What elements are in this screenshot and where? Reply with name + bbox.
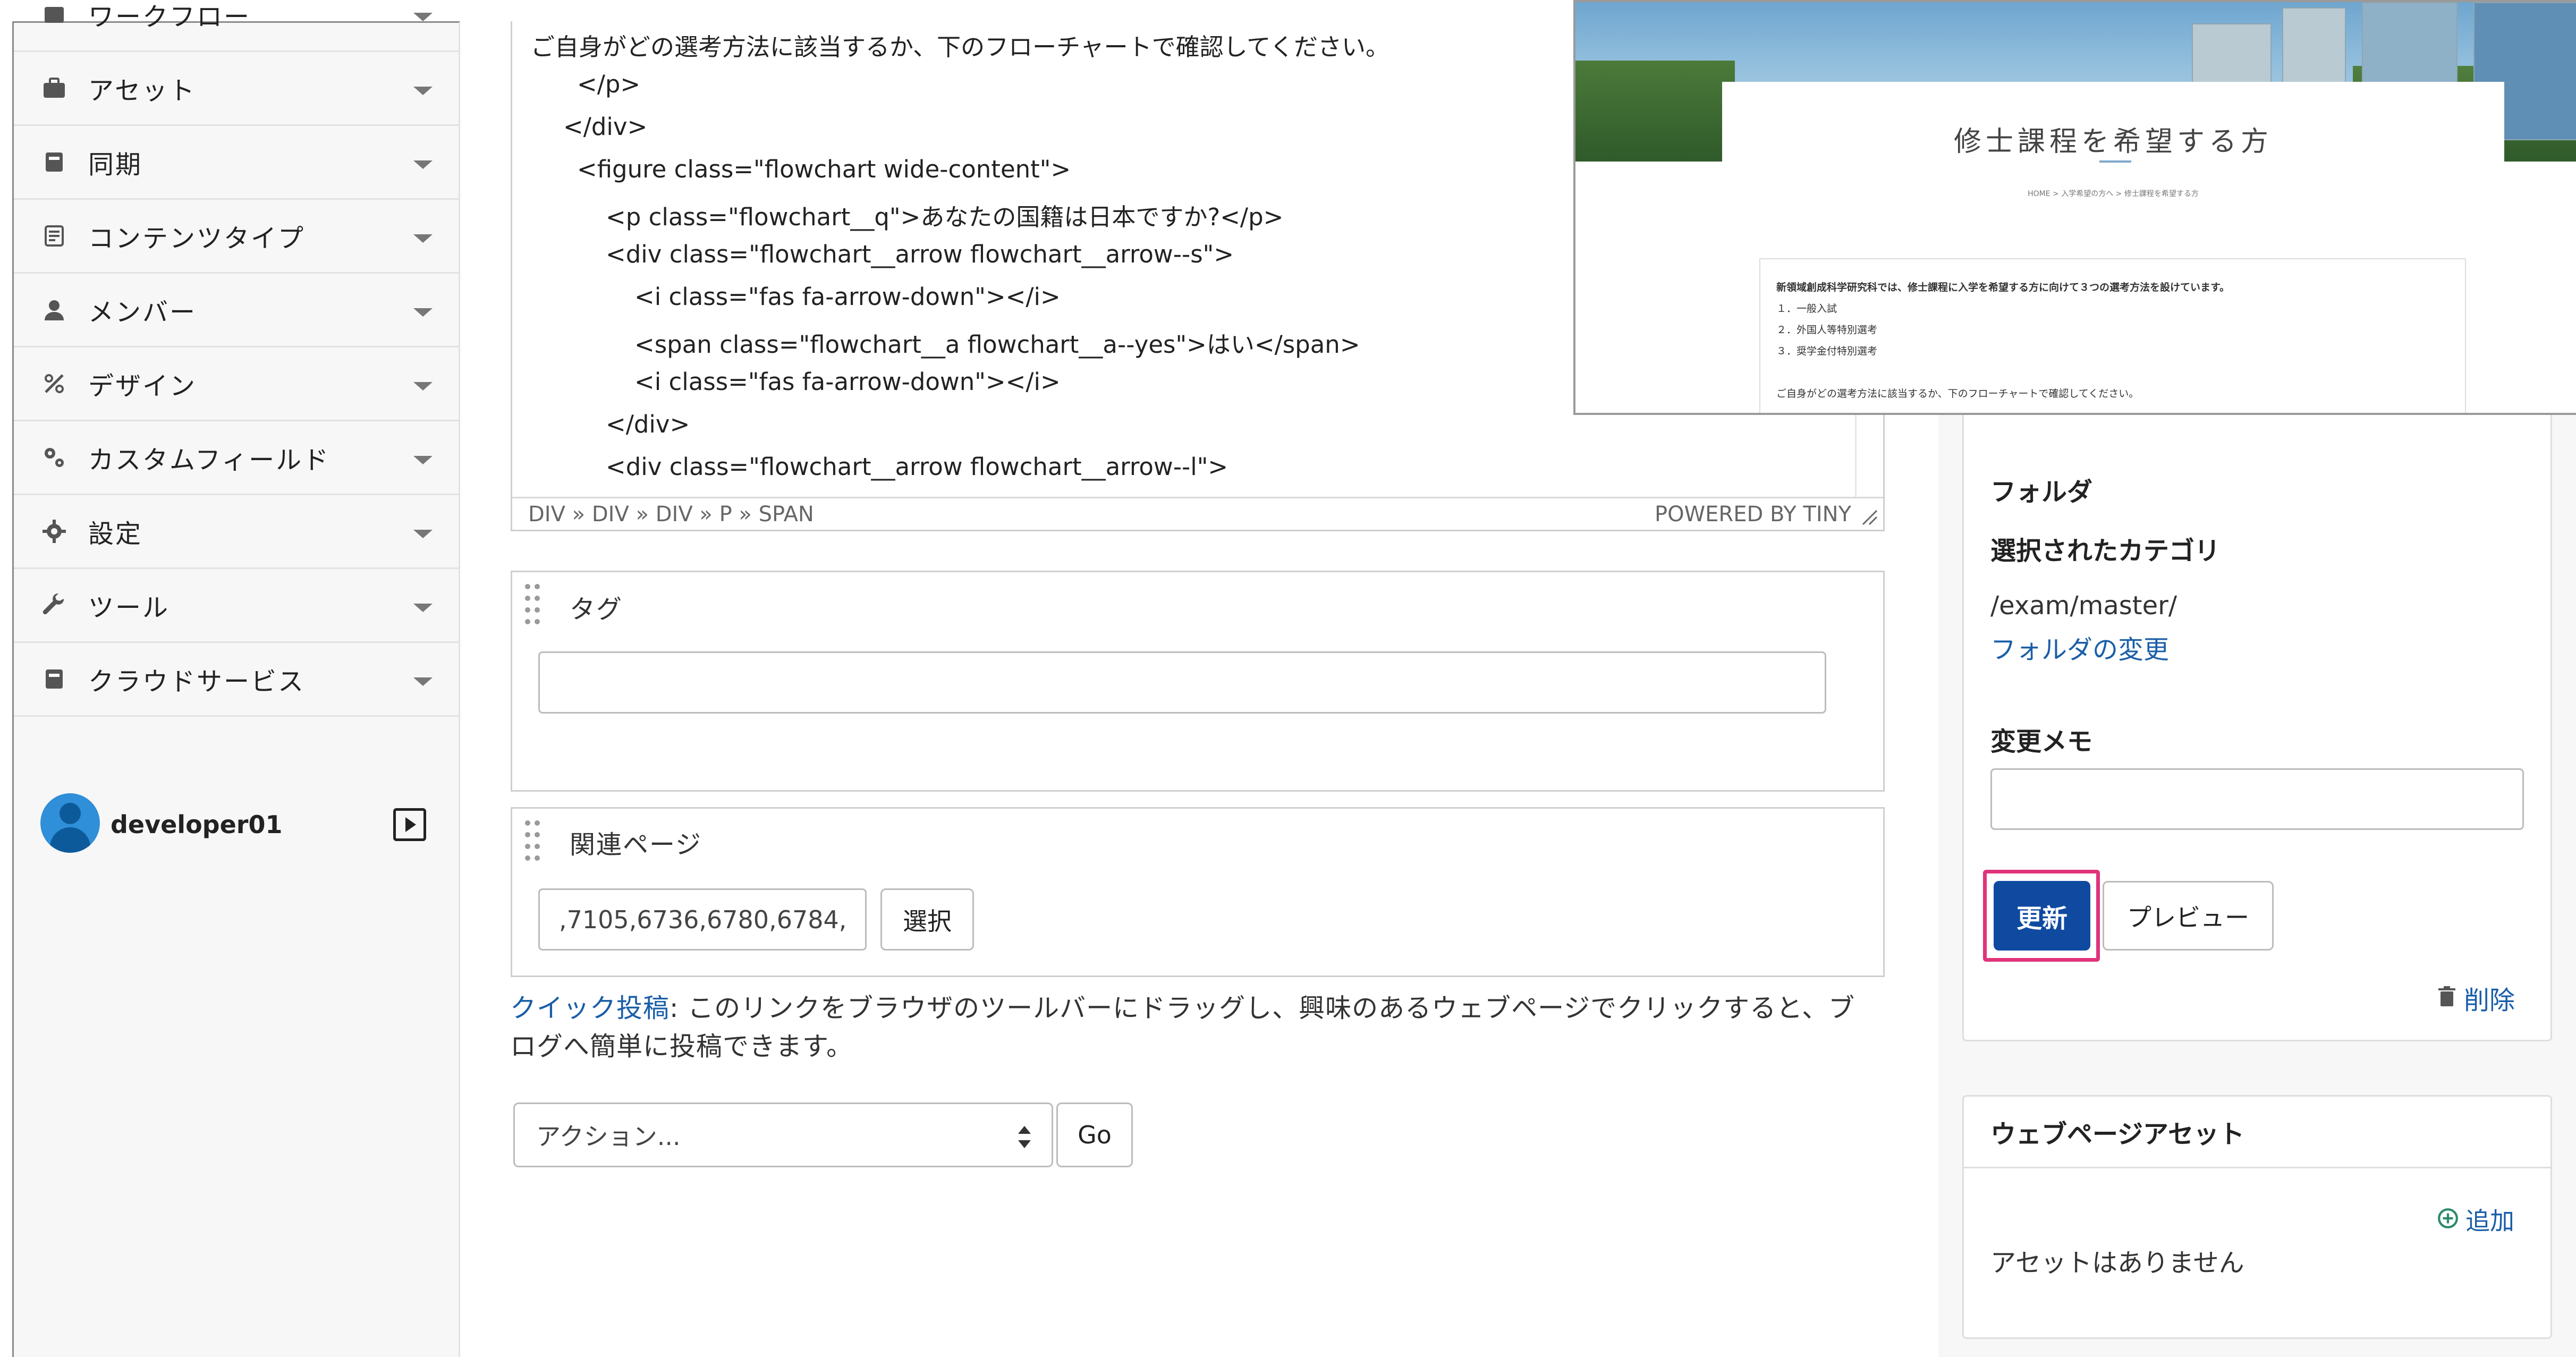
code-line: </div> (563, 113, 648, 141)
sidebar-item-sync[interactable]: 同期 (14, 126, 460, 200)
username: developer01 (111, 810, 283, 839)
code-line: <span class="flowchart__a flowchart__a--… (634, 330, 1360, 359)
preview-title: 修士課程を希望する方 (1953, 126, 2273, 158)
sidebar-item-label: 設定 (88, 519, 143, 549)
tags-box: タグ (511, 571, 1885, 792)
code-line: <i class="fas fa-arrow-down"></i> (634, 368, 1061, 396)
preview-button[interactable]: プレビュー (2103, 881, 2274, 951)
code-line: </p> (577, 70, 641, 98)
sidebar-item-members[interactable]: メンバー (14, 274, 460, 347)
chevron-down-icon (413, 234, 433, 243)
add-asset-link[interactable]: 追加 (2437, 1202, 2514, 1237)
sidebar-item-assets[interactable]: アセット (14, 52, 460, 126)
custom-fields-icon (41, 445, 67, 470)
quick-post-text: クイック投稿: このリンクをブラウザのツールバーにドラッグし、興味のあるウェブペ… (510, 989, 1881, 1066)
chevron-down-icon (413, 308, 433, 317)
update-button[interactable]: 更新 (1994, 881, 2090, 951)
sidebar-item-label: デザイン (88, 371, 197, 401)
sidebar-item-cloud-services[interactable]: クラウドサービス (14, 643, 460, 717)
quick-post-description: : このリンクをブラウザのツールバーにドラッグし、興味のあるウェブページでクリッ… (510, 993, 1855, 1062)
sync-icon (41, 149, 67, 175)
no-assets-text: アセットはありません (1990, 1248, 2244, 1278)
action-select[interactable]: アクション... (513, 1102, 1053, 1167)
preview-content: 修士課程を希望する方 HOME > 入学希望の方へ > 修士課程を希望する方 新… (1722, 82, 2504, 413)
related-pages-input[interactable]: ,7105,6736,6780,6784, (538, 888, 867, 951)
sidebar-item-workflow[interactable]: ワークフロー (14, 0, 460, 52)
sidebar-item-label: クラウドサービス (88, 667, 306, 697)
cloud-service-icon (41, 666, 67, 692)
chevron-down-icon (413, 456, 433, 464)
user-icon (41, 297, 67, 323)
play-icon[interactable] (393, 808, 426, 841)
chevron-down-icon (413, 382, 433, 391)
sidebar-item-label: ワークフロー (88, 2, 251, 32)
sidebar-item-label: アセット (88, 76, 197, 106)
powered-by: POWERED BY TINY (1655, 502, 1851, 527)
delete-link[interactable]: 削除 (2437, 979, 2515, 1016)
sidebar-item-label: 同期 (88, 150, 143, 180)
code-line: <div class="flowchart__arrow flowchart__… (606, 240, 1234, 268)
tags-input[interactable] (538, 651, 1826, 714)
design-icon (41, 371, 67, 396)
go-button[interactable]: Go (1056, 1102, 1133, 1167)
sidebar-item-content-types[interactable]: コンテンツタイプ (14, 200, 460, 274)
resize-handle-icon[interactable] (1861, 508, 1879, 527)
gear-icon (41, 519, 67, 544)
tags-title: タグ (570, 595, 623, 624)
sidebar-item-settings[interactable]: 設定 (14, 495, 460, 569)
sidebar-item-label: ツール (88, 593, 170, 623)
change-memo-label: 変更メモ (1990, 727, 2093, 757)
chevron-down-icon (413, 160, 433, 169)
chevron-down-icon (413, 604, 433, 612)
code-line: <p class="flowchart__q">あなたの国籍は日本ですか?</p… (606, 203, 1284, 231)
drag-handle-icon[interactable] (525, 584, 543, 626)
sidebar-item-design[interactable]: デザイン (14, 347, 460, 421)
change-memo-input[interactable] (1990, 768, 2524, 830)
category-label: 選択されたカテゴリ (1990, 536, 2221, 566)
code-line: <div class="flowchart__arrow flowchart__… (606, 453, 1228, 481)
folder-label: フォルダ (1990, 477, 2093, 507)
plus-circle-icon (2437, 1207, 2459, 1232)
chevron-down-icon (413, 87, 433, 95)
user-menu[interactable]: developer01 (14, 777, 460, 884)
action-select-value: アクション... (536, 1122, 681, 1151)
select-button[interactable]: 選択 (880, 888, 974, 951)
chevron-down-icon (413, 677, 433, 686)
sidebar-item-label: コンテンツタイプ (88, 224, 306, 253)
content-type-icon (41, 223, 67, 249)
sidebar-item-label: カスタムフィールド (88, 445, 331, 475)
editor-statusbar: DIV » DIV » DIV » P » SPAN POWERED BY TI… (512, 497, 1883, 530)
briefcase-icon (41, 75, 67, 101)
workflow-icon (41, 2, 67, 27)
chevron-down-icon (413, 530, 433, 538)
select-arrows-icon (1016, 1124, 1032, 1150)
wrench-icon (41, 592, 67, 618)
quick-post-link[interactable]: クイック投稿 (510, 993, 670, 1023)
sidebar-item-label: メンバー (88, 298, 197, 327)
preview-breadcrumb: HOME > 入学希望の方へ > 修士課程を希望する方 (2028, 190, 2199, 198)
code-line: ご自身がどの選考方法に該当するか、下のフローチャートで確認してください。 (531, 33, 1389, 61)
assets-title: ウェブページアセット (1990, 1119, 2245, 1149)
sidebar: ワークフロー アセット 同期 コンテンツタイプ メンバー デザイン カスタムフィ… (12, 2, 460, 1357)
sidebar-item-tools[interactable]: ツール (14, 569, 460, 643)
add-asset-label: 追加 (2465, 1207, 2514, 1235)
drag-handle-icon[interactable] (525, 820, 543, 863)
preview-card: 新領域創成科学研究科では、修士課程に入学を希望する方に向けて３つの選考方法を設け… (1759, 258, 2466, 413)
divider (1964, 1167, 2550, 1168)
change-folder-link[interactable]: フォルダの変更 (1990, 629, 2169, 666)
avatar[interactable] (40, 793, 100, 853)
folder-path: /exam/master/ (1990, 591, 2177, 621)
delete-label: 削除 (2464, 986, 2515, 1015)
code-line: <i class="fas fa-arrow-down"></i> (634, 283, 1061, 311)
code-line: </div> (606, 410, 690, 438)
chevron-down-icon (413, 13, 433, 21)
related-pages-title: 関連ページ (570, 830, 702, 860)
page-preview-thumbnail[interactable]: 修士課程を希望する方 HOME > 入学希望の方へ > 修士課程を希望する方 新… (1573, 0, 2576, 415)
trash-icon (2437, 986, 2456, 1010)
related-pages-box: 関連ページ ,7105,6736,6780,6784, 選択 (511, 807, 1885, 977)
element-path: DIV » DIV » DIV » P » SPAN (528, 502, 814, 527)
code-line: <figure class="flowchart wide-content"> (577, 155, 1071, 183)
sidebar-item-custom-fields[interactable]: カスタムフィールド (14, 421, 460, 495)
